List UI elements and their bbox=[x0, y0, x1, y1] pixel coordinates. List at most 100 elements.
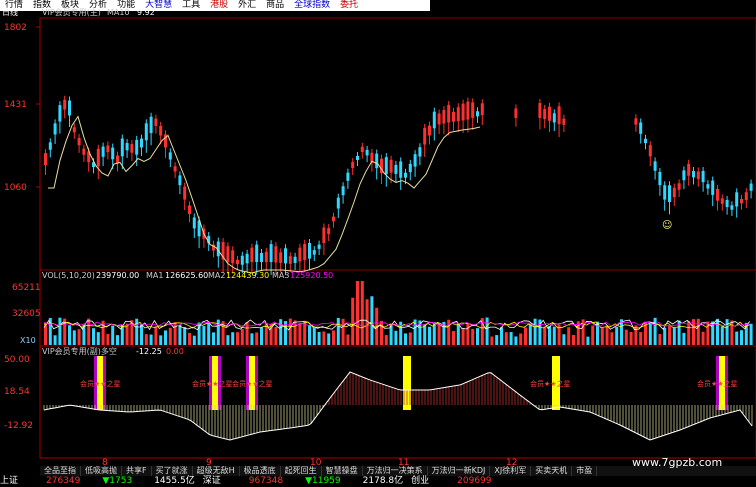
volume-bar bbox=[524, 327, 527, 345]
candle-body bbox=[548, 106, 551, 121]
candle-body bbox=[308, 242, 311, 259]
volume-bar bbox=[58, 317, 62, 345]
volume-bar bbox=[682, 332, 686, 345]
indicator-tab-7[interactable]: 智慧操盘 bbox=[322, 466, 363, 476]
volume-bar bbox=[288, 318, 292, 345]
candle-body bbox=[135, 139, 139, 155]
volume-bar bbox=[740, 330, 743, 345]
indicator-tab-2[interactable]: 共享F bbox=[122, 466, 152, 476]
candle-body bbox=[351, 162, 355, 168]
indicator-tab-9[interactable]: 万法归一新KDJ bbox=[428, 466, 491, 476]
candle-body bbox=[68, 100, 71, 116]
kline-tick-1431: 1431 bbox=[4, 100, 27, 110]
candle-body bbox=[173, 166, 177, 172]
candle-body bbox=[245, 253, 249, 264]
candle-body bbox=[130, 144, 134, 153]
candle-body bbox=[327, 228, 331, 235]
smile-icon: ☺ bbox=[662, 220, 672, 231]
volume-bar bbox=[260, 327, 263, 345]
candle-body bbox=[322, 227, 326, 244]
volume-bar bbox=[240, 329, 244, 345]
volume-bar bbox=[610, 332, 614, 345]
status-name2: 深证 bbox=[202, 476, 221, 486]
volume-bar bbox=[586, 336, 590, 345]
candle-body bbox=[466, 101, 470, 120]
candle-body bbox=[634, 118, 638, 125]
candle-body bbox=[447, 105, 451, 123]
candle-body bbox=[538, 103, 542, 118]
indicator-tab-1[interactable]: 低吸高抛 bbox=[81, 466, 122, 476]
kline-panel-frame bbox=[39, 17, 756, 271]
indicator-tab-10[interactable]: XJ徐利军 bbox=[490, 466, 532, 476]
volume-bar bbox=[428, 326, 431, 345]
candle-body bbox=[226, 246, 230, 263]
indicator-tab-12[interactable]: 市盈 bbox=[572, 466, 598, 476]
candle-body bbox=[317, 244, 321, 249]
vol-value: 239790.00 bbox=[96, 271, 139, 280]
candle-body bbox=[48, 142, 52, 150]
candle-body bbox=[687, 163, 691, 176]
status-bar: 上证 276349 ▼1753 1455.5亿 深证 967348 ▼11959… bbox=[0, 476, 756, 487]
candle-body bbox=[341, 186, 345, 196]
candle-body bbox=[44, 153, 47, 165]
volume-bar bbox=[279, 319, 283, 345]
volume-bar bbox=[154, 326, 158, 345]
volume-bar bbox=[490, 336, 494, 345]
candle-body bbox=[394, 164, 398, 174]
volume-bar bbox=[653, 317, 657, 345]
candle-body bbox=[375, 153, 379, 169]
candle-body bbox=[471, 102, 475, 118]
candle-body bbox=[672, 187, 676, 198]
candle-body bbox=[552, 113, 556, 123]
indicator-tab-8[interactable]: 万法归一决策系 bbox=[363, 466, 428, 476]
volume-bar bbox=[341, 318, 345, 345]
indicator-tab-0[interactable]: 全品至指 bbox=[40, 466, 81, 476]
candle-body bbox=[140, 138, 143, 148]
indicator-line bbox=[43, 371, 753, 441]
candle-body bbox=[236, 259, 239, 265]
candle-body bbox=[480, 103, 484, 116]
candle-body bbox=[476, 111, 479, 117]
volume-bar bbox=[548, 326, 551, 345]
volume-bar bbox=[250, 333, 254, 345]
candle-body bbox=[279, 252, 283, 263]
volume-bar bbox=[471, 328, 475, 345]
x-tick-8: 8 bbox=[102, 458, 108, 466]
volume-bar bbox=[360, 281, 364, 345]
volume-bar bbox=[236, 332, 239, 345]
volume-bar bbox=[356, 281, 359, 345]
candle-body bbox=[116, 155, 119, 164]
volume-bar bbox=[461, 328, 465, 345]
volume-bar bbox=[68, 325, 71, 345]
candle-body bbox=[82, 148, 86, 155]
volume-bar bbox=[116, 335, 119, 345]
volume-bar bbox=[634, 325, 638, 345]
candle-body bbox=[288, 256, 292, 264]
volume-bar bbox=[562, 334, 566, 345]
volume-bar bbox=[317, 331, 321, 345]
indicator-tab-5[interactable]: 极品透底 bbox=[240, 466, 281, 476]
indicator-tab-4[interactable]: 超级无敌H bbox=[193, 466, 240, 476]
candle-body bbox=[183, 186, 187, 200]
volume-bar bbox=[332, 330, 335, 345]
volume-bar bbox=[92, 328, 95, 345]
period-label: 日线 bbox=[2, 7, 18, 17]
volume-bar bbox=[437, 324, 441, 345]
indicator-tab-6[interactable]: 起死回生 bbox=[281, 466, 322, 476]
indicator-tab-11[interactable]: 买卖天机 bbox=[531, 466, 573, 476]
kline-tick-1802: 1802 bbox=[4, 23, 27, 33]
volume-bar bbox=[159, 335, 163, 345]
ind-tick-18: 18.54 bbox=[4, 387, 30, 397]
x-tick-12: 12 bbox=[506, 458, 517, 466]
vol-ma3-value: 125920.50 bbox=[290, 271, 333, 280]
candle-body bbox=[96, 148, 100, 167]
candle-body bbox=[749, 183, 753, 191]
status-v4: 967348 bbox=[248, 476, 284, 486]
volume-bar bbox=[725, 319, 729, 345]
volume-bar bbox=[543, 326, 547, 345]
candle-body bbox=[663, 185, 667, 200]
candle-body bbox=[188, 205, 191, 214]
kline-tick-1060: 1060 bbox=[4, 183, 27, 193]
volume-bar bbox=[514, 336, 518, 345]
indicator-tab-3[interactable]: 买了就涨 bbox=[152, 466, 193, 476]
